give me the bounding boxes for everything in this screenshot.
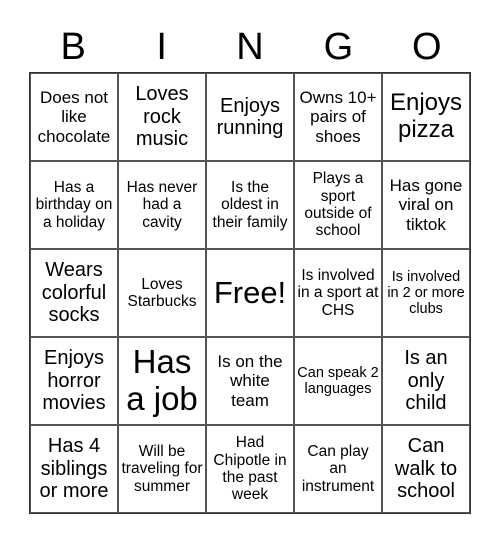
bingo-cell[interactable]: Is involved in 2 or more clubs [382, 249, 470, 337]
bingo-cell[interactable]: Will be traveling for summer [118, 425, 206, 513]
header-letter-b: B [60, 26, 86, 68]
bingo-cell[interactable]: Can speak 2 languages [294, 337, 382, 425]
bingo-cell[interactable]: Has never had a cavity [118, 161, 206, 249]
bingo-cell[interactable]: Loves rock music [118, 73, 206, 161]
free-space-cell[interactable]: Free! [206, 249, 294, 337]
bingo-cell[interactable]: Has 4 siblings or more [30, 425, 118, 513]
bingo-cell[interactable]: Enjoys horror movies [30, 337, 118, 425]
bingo-cell[interactable]: Had Chipotle in the past week [206, 425, 294, 513]
bingo-header: B I N G O [29, 22, 471, 72]
bingo-cell[interactable]: Has gone viral on tiktok [382, 161, 470, 249]
header-letter-o: O [412, 26, 442, 68]
bingo-cell[interactable]: Is the oldest in their family [206, 161, 294, 249]
bingo-cell[interactable]: Is an only child [382, 337, 470, 425]
bingo-cell[interactable]: Can play an instrument [294, 425, 382, 513]
bingo-cell[interactable]: Enjoys running [206, 73, 294, 161]
bingo-cell[interactable]: Loves Starbucks [118, 249, 206, 337]
bingo-cell[interactable]: Owns 10+ pairs of shoes [294, 73, 382, 161]
bingo-cell[interactable]: Enjoys pizza [382, 73, 470, 161]
header-letter-i: I [156, 26, 167, 68]
bingo-cell[interactable]: Has a job [118, 337, 206, 425]
bingo-cell[interactable]: Wears colorful socks [30, 249, 118, 337]
header-letter-g: G [323, 26, 354, 68]
bingo-cell[interactable]: Is on the white team [206, 337, 294, 425]
bingo-cell[interactable]: Can walk to school [382, 425, 470, 513]
bingo-cell[interactable]: Does not like chocolate [30, 73, 118, 161]
bingo-cell[interactable]: Is involved in a sport at CHS [294, 249, 382, 337]
bingo-grid: Does not like chocolate Loves rock music… [29, 72, 471, 514]
bingo-cell[interactable]: Plays a sport outside of school [294, 161, 382, 249]
bingo-cell[interactable]: Has a birthday on a holiday [30, 161, 118, 249]
header-letter-n: N [236, 26, 264, 68]
